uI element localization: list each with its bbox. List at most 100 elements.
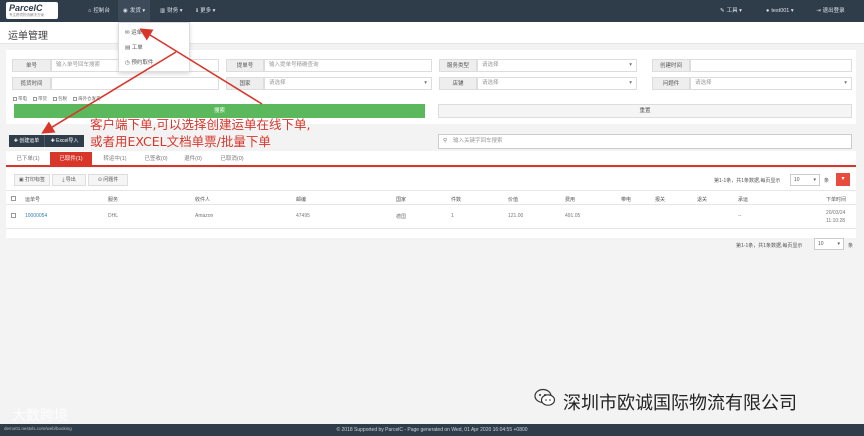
col-battery: 带电 bbox=[621, 197, 632, 203]
logo-text: ParcelC bbox=[9, 3, 43, 13]
pick-time-input[interactable] bbox=[51, 77, 219, 90]
nav-finance-label: 财务 ▾ bbox=[167, 8, 183, 14]
col-pieces: 件数 bbox=[451, 197, 462, 203]
caret-down-icon: ▾ bbox=[629, 62, 632, 68]
caret-down-icon: ▾ bbox=[813, 177, 816, 183]
reset-button[interactable]: 重置 bbox=[438, 104, 852, 118]
cell-date: 20/03/24 bbox=[826, 210, 846, 216]
checkbox-overseas[interactable]: 海外仓发货 bbox=[73, 96, 101, 102]
menu-item-pickup[interactable]: ◷ 预约取件 bbox=[125, 58, 153, 66]
nav-tools[interactable]: ✎ 工具 ▾ bbox=[720, 0, 742, 22]
checkbox-goods[interactable]: 带货 bbox=[33, 96, 47, 102]
col-order-time: 下单时间 bbox=[826, 197, 847, 203]
checkbox-box bbox=[53, 96, 57, 101]
checkbox-box bbox=[73, 96, 77, 101]
page-info: 第1-1条，共1条数据,每页显示 bbox=[714, 178, 781, 184]
store-select[interactable]: 请选择 ▾ bbox=[477, 77, 637, 90]
user-icon: ● bbox=[766, 8, 770, 14]
checkbox-battery[interactable]: 带电 bbox=[13, 96, 27, 102]
tab-in-transit[interactable]: 转运中(1) bbox=[94, 152, 136, 167]
nav-finance[interactable]: ▥ 财务 ▾ bbox=[160, 0, 183, 22]
col-zip: 邮编 bbox=[296, 197, 307, 203]
create-waybill-button[interactable]: ✚ 创建运单 bbox=[9, 135, 44, 147]
caret-down-icon: ▾ bbox=[629, 80, 632, 86]
wechat-icon bbox=[534, 388, 556, 406]
print-label-button[interactable]: ▣ 打印标签 bbox=[14, 174, 50, 186]
nav-user[interactable]: ● test001 ▾ bbox=[766, 0, 794, 22]
nav-shipping[interactable]: ◉ 发货 ▾ bbox=[118, 0, 151, 22]
info-icon: ℹ bbox=[196, 8, 199, 14]
annotation-text: 客户端下单,可以选择创建运单在线下单, 或者用EXCEL文档单票/批量下单 bbox=[90, 116, 310, 150]
nav-more[interactable]: ℹ 更多 ▾ bbox=[196, 0, 215, 22]
nav-logout-label: 退出登录 bbox=[822, 8, 845, 14]
checkbox-box bbox=[33, 96, 37, 101]
divider bbox=[6, 204, 856, 205]
country-value: 请选择 bbox=[269, 80, 286, 86]
print-label-text: 打印标签 bbox=[25, 177, 46, 183]
checkbox-box bbox=[13, 96, 17, 101]
keyword-search-input[interactable]: ⚲ 输入关键字回车搜索 bbox=[438, 134, 852, 149]
issue-button[interactable]: ⊙ 问题件 bbox=[88, 174, 128, 186]
bottom-per-page-suffix: 条 bbox=[848, 243, 854, 249]
created-time-input[interactable] bbox=[690, 59, 852, 72]
issue-value: 请选择 bbox=[695, 80, 712, 86]
per-page-value: 10 bbox=[818, 241, 824, 247]
nav-tools-label: 工具 ▾ bbox=[726, 8, 742, 14]
tab-returned[interactable]: 退件(0) bbox=[176, 152, 210, 167]
issue-select[interactable]: 请选择 ▾ bbox=[690, 77, 852, 90]
mail-icon: ✉ bbox=[125, 30, 130, 36]
col-country: 国家 bbox=[396, 197, 407, 203]
bill-no-input[interactable]: 输入提单号精确查询 bbox=[264, 59, 432, 72]
col-service: 服务 bbox=[108, 197, 119, 203]
logo-subtitle: 专注跨境物流解决方案 bbox=[9, 13, 44, 17]
filter-toggle-button[interactable]: ▾ bbox=[836, 173, 850, 186]
service-type-value: 请选择 bbox=[482, 62, 499, 68]
country-select[interactable]: 请选择 ▾ bbox=[264, 77, 432, 90]
order-no-label: 单号 bbox=[12, 59, 51, 72]
company-watermark: 深圳市欧诚国际物流有限公司 bbox=[563, 393, 797, 414]
tab-picked-up[interactable]: 已取件(1) bbox=[50, 152, 92, 167]
select-all-checkbox[interactable] bbox=[11, 196, 16, 201]
menu-item-waybill[interactable]: ✉ 运单 bbox=[125, 28, 142, 36]
menu-item-label: 预约取件 bbox=[131, 60, 154, 66]
tab-signed[interactable]: 已签收(0) bbox=[136, 152, 176, 167]
cell-zip: 47495 bbox=[296, 213, 310, 219]
tab-ordered[interactable]: 已下单(1) bbox=[8, 152, 48, 167]
logout-icon: ⇥ bbox=[816, 8, 821, 14]
url-watermark: demo01.nestxls.com/web/booking bbox=[4, 426, 72, 431]
per-page-value: 10 bbox=[794, 177, 800, 183]
service-type-select[interactable]: 请选择 ▾ bbox=[477, 59, 637, 72]
divider bbox=[6, 190, 856, 191]
store-value: 请选择 bbox=[482, 80, 499, 86]
nav-dashboard[interactable]: ⌂ 控制台 bbox=[88, 0, 110, 22]
cell-country: 德国 bbox=[396, 214, 407, 220]
clock-icon: ◷ bbox=[125, 60, 130, 66]
country-label: 国家 bbox=[226, 77, 264, 90]
checkbox-label: 海外仓发货 bbox=[78, 96, 101, 101]
search-icon: ⚲ bbox=[443, 138, 448, 144]
nav-user-label: test001 ▾ bbox=[771, 8, 794, 14]
bottom-per-page-select[interactable]: 10 ▾ bbox=[814, 238, 844, 250]
nav-logout[interactable]: ⇥ 退出登录 bbox=[816, 0, 845, 22]
nav-more-label: 更多 ▾ bbox=[200, 8, 216, 14]
col-carrier: 承运 bbox=[738, 197, 749, 203]
caret-down-icon: ▾ bbox=[424, 80, 427, 86]
excel-import-button[interactable]: ✚ Excel导入 bbox=[44, 135, 84, 147]
col-value: 价值 bbox=[508, 197, 519, 203]
caret-down-icon: ▾ bbox=[837, 241, 840, 247]
caret-down-icon: ▾ bbox=[844, 80, 847, 86]
per-page-select[interactable]: 10 ▾ bbox=[790, 174, 820, 186]
checkbox-label: 带货 bbox=[38, 96, 47, 101]
row-checkbox[interactable] bbox=[11, 213, 16, 218]
logo[interactable]: ParcelC 专注跨境物流解决方案 bbox=[6, 2, 58, 19]
annotation-line-1: 客户端下单,可以选择创建运单在线下单, bbox=[90, 117, 311, 132]
tab-cancelled[interactable]: 已取消(0) bbox=[212, 152, 252, 167]
checkbox-tax[interactable]: 包税 bbox=[53, 96, 67, 102]
menu-item-workorder[interactable]: ▤ 工单 bbox=[125, 43, 143, 51]
export-button[interactable]: ⤓ 导出 bbox=[52, 174, 86, 186]
nav-shipping-label: 发货 ▾ bbox=[129, 8, 146, 14]
menu-item-label: 工单 bbox=[131, 45, 143, 51]
menu-item-label: 运单 bbox=[131, 30, 143, 36]
order-no-link[interactable]: 10000054 bbox=[25, 213, 47, 219]
home-icon: ⌂ bbox=[88, 8, 92, 14]
